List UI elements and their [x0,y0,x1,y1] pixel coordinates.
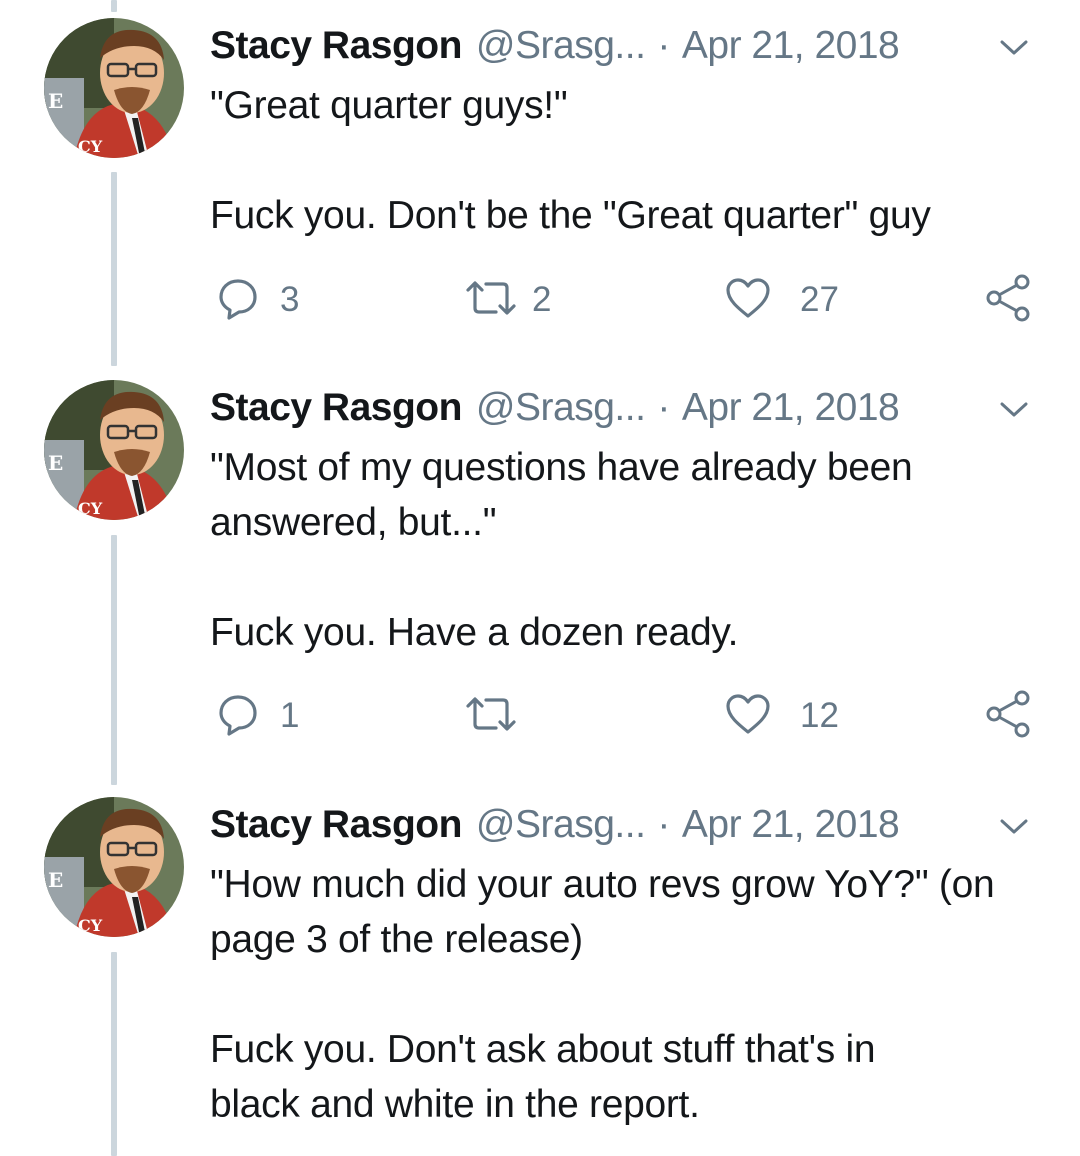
svg-text:E: E [48,451,63,475]
display-name[interactable]: Stacy Rasgon [210,803,462,847]
heart-icon [724,276,772,325]
share-icon [984,274,1032,327]
svg-text:CY: CY [78,916,103,935]
thread-line [111,0,117,12]
user-handle[interactable]: @Srasg... [476,24,646,68]
retweet-button[interactable]: 2 [464,272,551,328]
tweet-header: Stacy Rasgon @Srasg... · Apr 21, 2018 [210,797,900,853]
more-options-button[interactable] [996,36,1032,58]
svg-text:CY: CY [78,137,103,156]
svg-text:CY: CY [78,499,103,518]
tweet[interactable]: E CY Stacy Rasgon @Srasg... · Apr 21, 20… [0,380,1080,760]
like-button[interactable]: 27 [724,272,839,328]
tweet-actions: 3 2 27 [210,272,1040,328]
share-button[interactable] [984,688,1032,744]
chevron-down-icon [1000,40,1028,55]
reply-icon [216,692,260,741]
retweet-icon [464,278,518,323]
separator-dot: · [657,386,670,429]
tweet-paragraph: "Most of my questions have already been … [210,446,913,544]
avatar[interactable]: E CY [44,18,184,158]
tweet-actions: 1 12 [210,688,1040,744]
separator-dot: · [657,803,670,846]
reply-button[interactable]: 1 [216,688,299,744]
svg-text:E: E [48,868,63,892]
chevron-down-icon [1000,402,1028,417]
heart-icon [724,692,772,741]
reply-button[interactable]: 3 [216,272,299,328]
tweet-header: Stacy Rasgon @Srasg... · Apr 21, 2018 [210,380,900,436]
retweet-count: 2 [532,280,552,319]
more-options-button[interactable] [996,815,1032,837]
tweet-date[interactable]: Apr 21, 2018 [682,386,900,430]
like-button[interactable]: 12 [724,688,839,744]
like-count: 27 [800,280,839,319]
tweet-text: "Most of my questions have already been … [210,440,1000,660]
tweet-paragraph: "How much did your auto revs grow YoY?" … [210,863,995,961]
tweet-text: "How much did your auto revs grow YoY?" … [210,857,1010,1132]
avatar[interactable]: E CY [44,797,184,937]
tweet[interactable]: E CY Stacy Rasgon @Srasg... · Apr 21, 20… [0,797,1080,1156]
tweet-date[interactable]: Apr 21, 2018 [682,24,900,68]
avatar[interactable]: E CY [44,380,184,520]
reply-count: 3 [280,280,300,319]
tweet-date[interactable]: Apr 21, 2018 [682,803,900,847]
tweet[interactable]: E CY Stacy Rasgon @Srasg... · Apr 21, 20… [0,18,1080,348]
tweet-text: "Great quarter guys!" Fuck you. Don't be… [210,78,1030,243]
tweet-paragraph: Fuck you. Don't be the "Great quarter" g… [210,194,931,237]
tweet-paragraph: Fuck you. Have a dozen ready. [210,611,739,654]
share-button[interactable] [984,272,1032,328]
retweet-button[interactable] [464,688,532,744]
like-count: 12 [800,696,839,735]
reply-count: 1 [280,696,300,735]
tweet-header: Stacy Rasgon @Srasg... · Apr 21, 2018 [210,18,900,74]
share-icon [984,690,1032,743]
display-name[interactable]: Stacy Rasgon [210,386,462,430]
display-name[interactable]: Stacy Rasgon [210,24,462,68]
svg-text:E: E [48,89,63,113]
user-handle[interactable]: @Srasg... [476,803,646,847]
user-handle[interactable]: @Srasg... [476,386,646,430]
retweet-icon [464,694,518,739]
chevron-down-icon [1000,819,1028,834]
tweet-paragraph: Fuck you. Don't ask about stuff that's i… [210,1028,876,1126]
more-options-button[interactable] [996,398,1032,420]
separator-dot: · [657,24,670,67]
reply-icon [216,276,260,325]
tweet-paragraph: "Great quarter guys!" [210,84,568,127]
